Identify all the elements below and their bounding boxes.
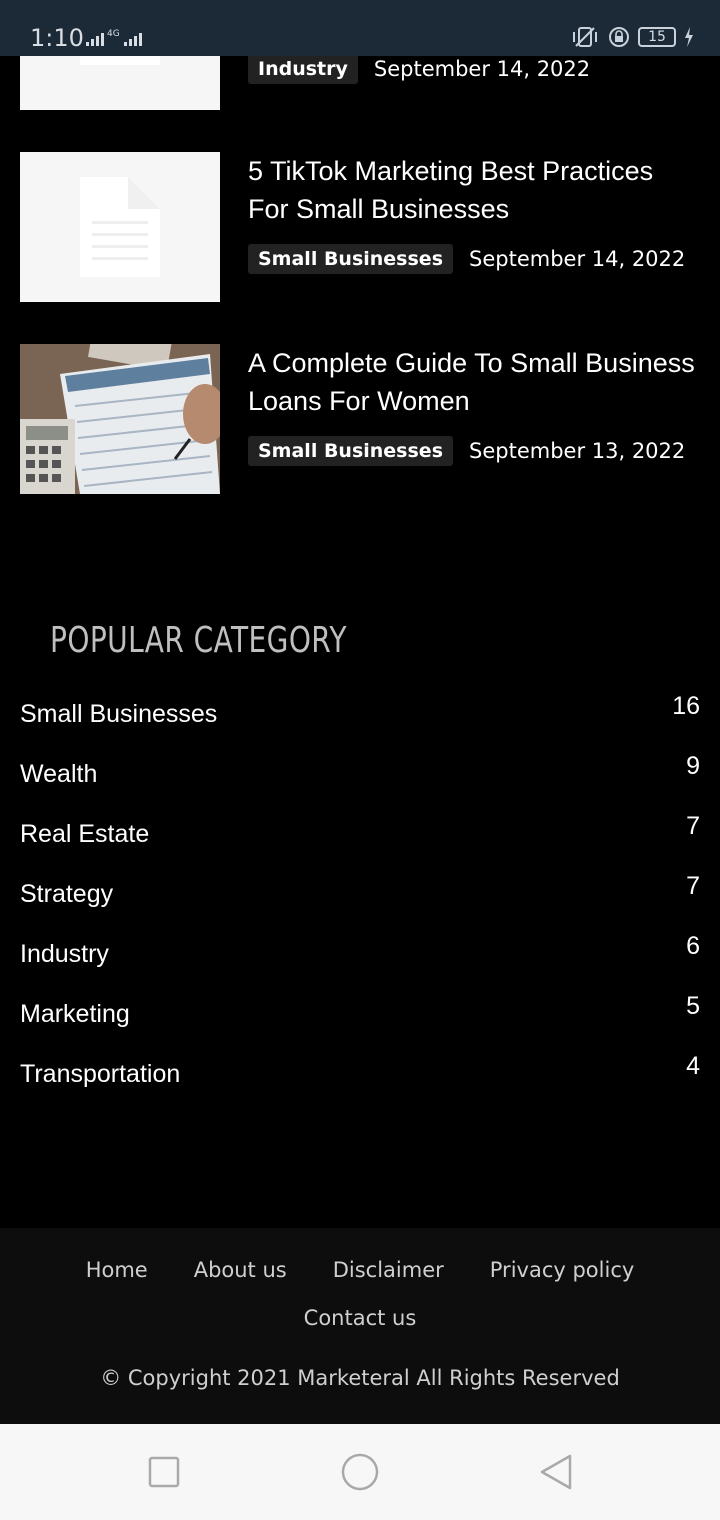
- footer-link-home[interactable]: Home: [86, 1258, 148, 1282]
- category-count: 6: [686, 932, 700, 960]
- copyright-text: © Copyright 2021 Marketeral All Rights R…: [100, 1366, 620, 1390]
- category-item[interactable]: Industry 6: [0, 926, 720, 986]
- status-icons: 15: [570, 26, 694, 48]
- category-count: 16: [672, 692, 700, 720]
- category-item[interactable]: Marketing 5: [0, 986, 720, 1046]
- charging-icon: [685, 27, 693, 47]
- document-placeholder-icon: [80, 177, 160, 277]
- article-date: September 13, 2022: [469, 439, 686, 463]
- category-name[interactable]: Transportation: [20, 1060, 180, 1089]
- category-item[interactable]: Real Estate 7: [0, 806, 720, 866]
- home-icon[interactable]: [340, 1452, 380, 1492]
- popular-category-heading: POPULAR CATEGORY: [50, 620, 347, 661]
- category-badge[interactable]: Small Businesses: [248, 436, 453, 466]
- article-thumbnail[interactable]: [20, 344, 220, 494]
- category-name[interactable]: Strategy: [20, 880, 113, 909]
- article-title[interactable]: A Complete Guide To Small Business Loans…: [248, 344, 698, 420]
- article-title[interactable]: 5 TikTok Marketing Best Practices For Sm…: [248, 152, 698, 228]
- category-count: 4: [686, 1052, 700, 1080]
- category-count: 9: [686, 752, 700, 780]
- footer-link-contact[interactable]: Contact us: [304, 1306, 417, 1330]
- article-date: September 14, 2022: [373, 57, 591, 81]
- footer-nav: Home About us Disclaimer Privacy policy: [0, 1258, 720, 1282]
- status-bar: 1:10 4G 15: [0, 0, 720, 56]
- footer-link-about[interactable]: About us: [194, 1258, 287, 1282]
- system-nav-bar: [0, 1424, 720, 1520]
- network-type-label: 4G: [107, 29, 120, 39]
- status-time: 1:10: [30, 24, 84, 52]
- back-icon[interactable]: [538, 1453, 574, 1491]
- category-name[interactable]: Industry: [20, 940, 109, 969]
- category-item[interactable]: Wealth 9: [0, 746, 720, 806]
- recent-apps-icon[interactable]: [148, 1456, 180, 1488]
- category-name[interactable]: Wealth: [20, 760, 97, 789]
- signal-icon: 4G: [86, 29, 142, 46]
- category-badge[interactable]: Industry: [248, 54, 358, 84]
- category-item[interactable]: Transportation 4: [0, 1046, 720, 1106]
- footer: Home About us Disclaimer Privacy policy …: [0, 1228, 720, 1424]
- vibrate-icon: [573, 27, 597, 47]
- rotation-lock-icon: [609, 27, 629, 47]
- loan-form-photo-image: [20, 344, 220, 494]
- category-name[interactable]: Real Estate: [20, 820, 149, 849]
- category-name[interactable]: Marketing: [20, 1000, 130, 1029]
- battery-indicator: 15: [638, 27, 676, 47]
- category-item[interactable]: Strategy 7: [0, 866, 720, 926]
- article-meta: Small Businesses September 13, 2022: [248, 436, 685, 466]
- article-meta: Small Businesses September 14, 2022: [248, 244, 685, 274]
- footer-link-disclaimer[interactable]: Disclaimer: [333, 1258, 444, 1282]
- category-item[interactable]: Small Businesses 16: [0, 686, 720, 746]
- article-meta: Industry September 14, 2022: [248, 54, 590, 84]
- category-count: 5: [686, 992, 700, 1020]
- category-count: 7: [686, 872, 700, 900]
- article-date: September 14, 2022: [469, 247, 686, 271]
- footer-link-privacy[interactable]: Privacy policy: [490, 1258, 635, 1282]
- category-name[interactable]: Small Businesses: [20, 700, 217, 729]
- category-badge[interactable]: Small Businesses: [248, 244, 453, 274]
- article-thumbnail[interactable]: [20, 152, 220, 302]
- popular-category-list: Small Businesses 16 Wealth 9 Real Estate…: [0, 686, 720, 1106]
- footer-nav-secondary: Contact us: [0, 1306, 720, 1330]
- category-count: 7: [686, 812, 700, 840]
